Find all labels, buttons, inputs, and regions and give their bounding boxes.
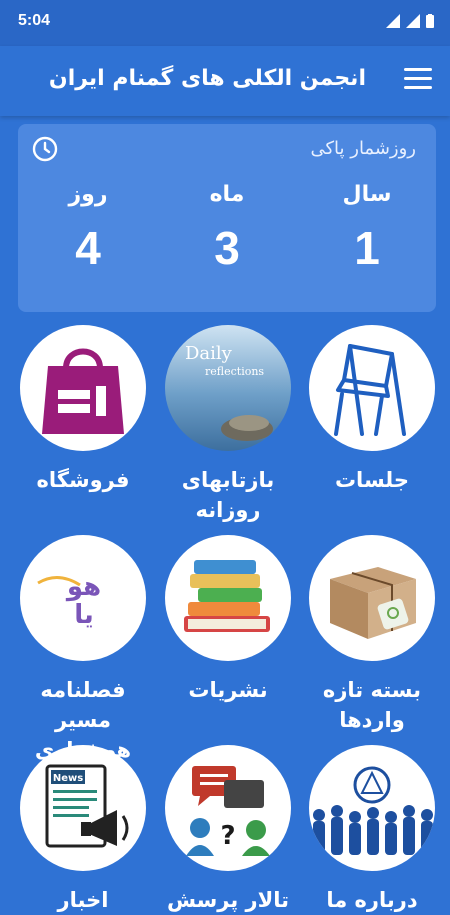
newcomers-image <box>309 535 435 661</box>
tile-daily-reflections[interactable]: Daily reflections بازتابهای روزانه <box>165 325 291 525</box>
meetings-image <box>309 325 435 451</box>
tile-about-us[interactable]: درباره ما <box>309 745 435 915</box>
books-icon <box>184 560 270 632</box>
newcomers-label-line2: واردها <box>339 708 405 732</box>
day-label: روز <box>68 182 108 207</box>
year-label: سال <box>342 182 392 207</box>
counter-year: سال 1 <box>322 182 412 275</box>
daily-reflections-label-line1: بازتابهای <box>181 468 275 492</box>
tile-newcomers-package[interactable]: بسته تازه واردها <box>309 535 435 735</box>
battery-icon <box>426 14 434 28</box>
publications-label: نشریات <box>188 678 268 702</box>
tile-meetings[interactable]: جلسات <box>309 325 435 495</box>
magazine-image: ﻫﻮ ﯾﺎ <box>20 535 146 661</box>
newcomers-label-line1: بسته تازه <box>322 678 422 702</box>
about-us-label: درباره ما <box>326 888 418 912</box>
signal-icon <box>406 14 420 28</box>
tile-publications[interactable]: نشریات <box>165 535 291 705</box>
counter-title: روزشمار پاکی <box>310 138 416 159</box>
magazine-label-line1: فصلنامه مسیر <box>40 678 126 732</box>
meetings-label: جلسات <box>334 468 410 492</box>
forum-image: ? <box>165 745 291 871</box>
news-label: اخبار <box>57 888 109 912</box>
counter-day: روز 4 <box>43 182 133 275</box>
status-bar: 5:04 <box>0 0 450 46</box>
people-crowd-icon <box>313 766 433 855</box>
chair-icon <box>334 344 406 436</box>
app-bar: انجمن الکلی های گمنام ایران <box>0 46 450 116</box>
year-value: 1 <box>354 222 380 274</box>
month-value: 3 <box>214 222 240 274</box>
newspaper-megaphone-icon: News <box>45 764 129 848</box>
svg-text:ﯾﺎ: ﯾﺎ <box>74 600 94 630</box>
publications-image <box>165 535 291 661</box>
magazine-logo: ﻫﻮ ﯾﺎ <box>37 572 101 630</box>
book-cover-image: Daily reflections <box>185 343 273 441</box>
about-us-image <box>309 745 435 871</box>
daily-reflections-label-line2: روزانه <box>195 498 261 522</box>
month-label: ماه <box>209 182 245 207</box>
status-time: 5:04 <box>18 12 51 29</box>
tile-forum[interactable]: ? تالار پرسش <box>165 745 291 915</box>
menu-button[interactable] <box>404 68 432 92</box>
svg-text:ﻫﻮ: ﻫﻮ <box>65 572 101 602</box>
app-title: انجمن الکلی های گمنام ایران <box>48 66 366 91</box>
cover-title-reflections: reflections <box>205 365 264 378</box>
chat-question-icon: ? <box>186 766 270 856</box>
tile-store[interactable]: فروشگاه <box>20 325 146 495</box>
tile-news[interactable]: News اخبار <box>20 745 146 915</box>
day-value: 4 <box>75 222 101 274</box>
shopping-bag-icon <box>42 348 124 434</box>
store-image <box>20 325 146 451</box>
tile-magazine[interactable]: ﻫﻮ ﯾﺎ فصلنامه مسیر هوشیاری <box>20 535 146 765</box>
newcomers-label: بسته تازه واردها <box>309 675 435 735</box>
news-image: News <box>20 745 146 871</box>
menu-icon <box>404 68 432 71</box>
svg-text:?: ? <box>220 821 235 851</box>
daily-reflections-label: بازتابهای روزانه <box>165 465 291 525</box>
package-icon <box>330 567 416 639</box>
status-icons <box>386 14 434 28</box>
forum-label: تالار پرسش <box>166 888 290 912</box>
daily-reflections-image: Daily reflections <box>165 325 291 451</box>
signal-icon <box>386 14 400 28</box>
cover-title-daily: Daily <box>185 343 233 364</box>
store-label: فروشگاه <box>36 468 130 492</box>
counter-month: ماه 3 <box>182 182 272 275</box>
news-text: News <box>53 773 83 784</box>
clock-icon[interactable] <box>32 136 58 162</box>
sobriety-counter-card: روزشمار پاکی سال 1 ماه 3 روز 4 <box>18 124 436 312</box>
